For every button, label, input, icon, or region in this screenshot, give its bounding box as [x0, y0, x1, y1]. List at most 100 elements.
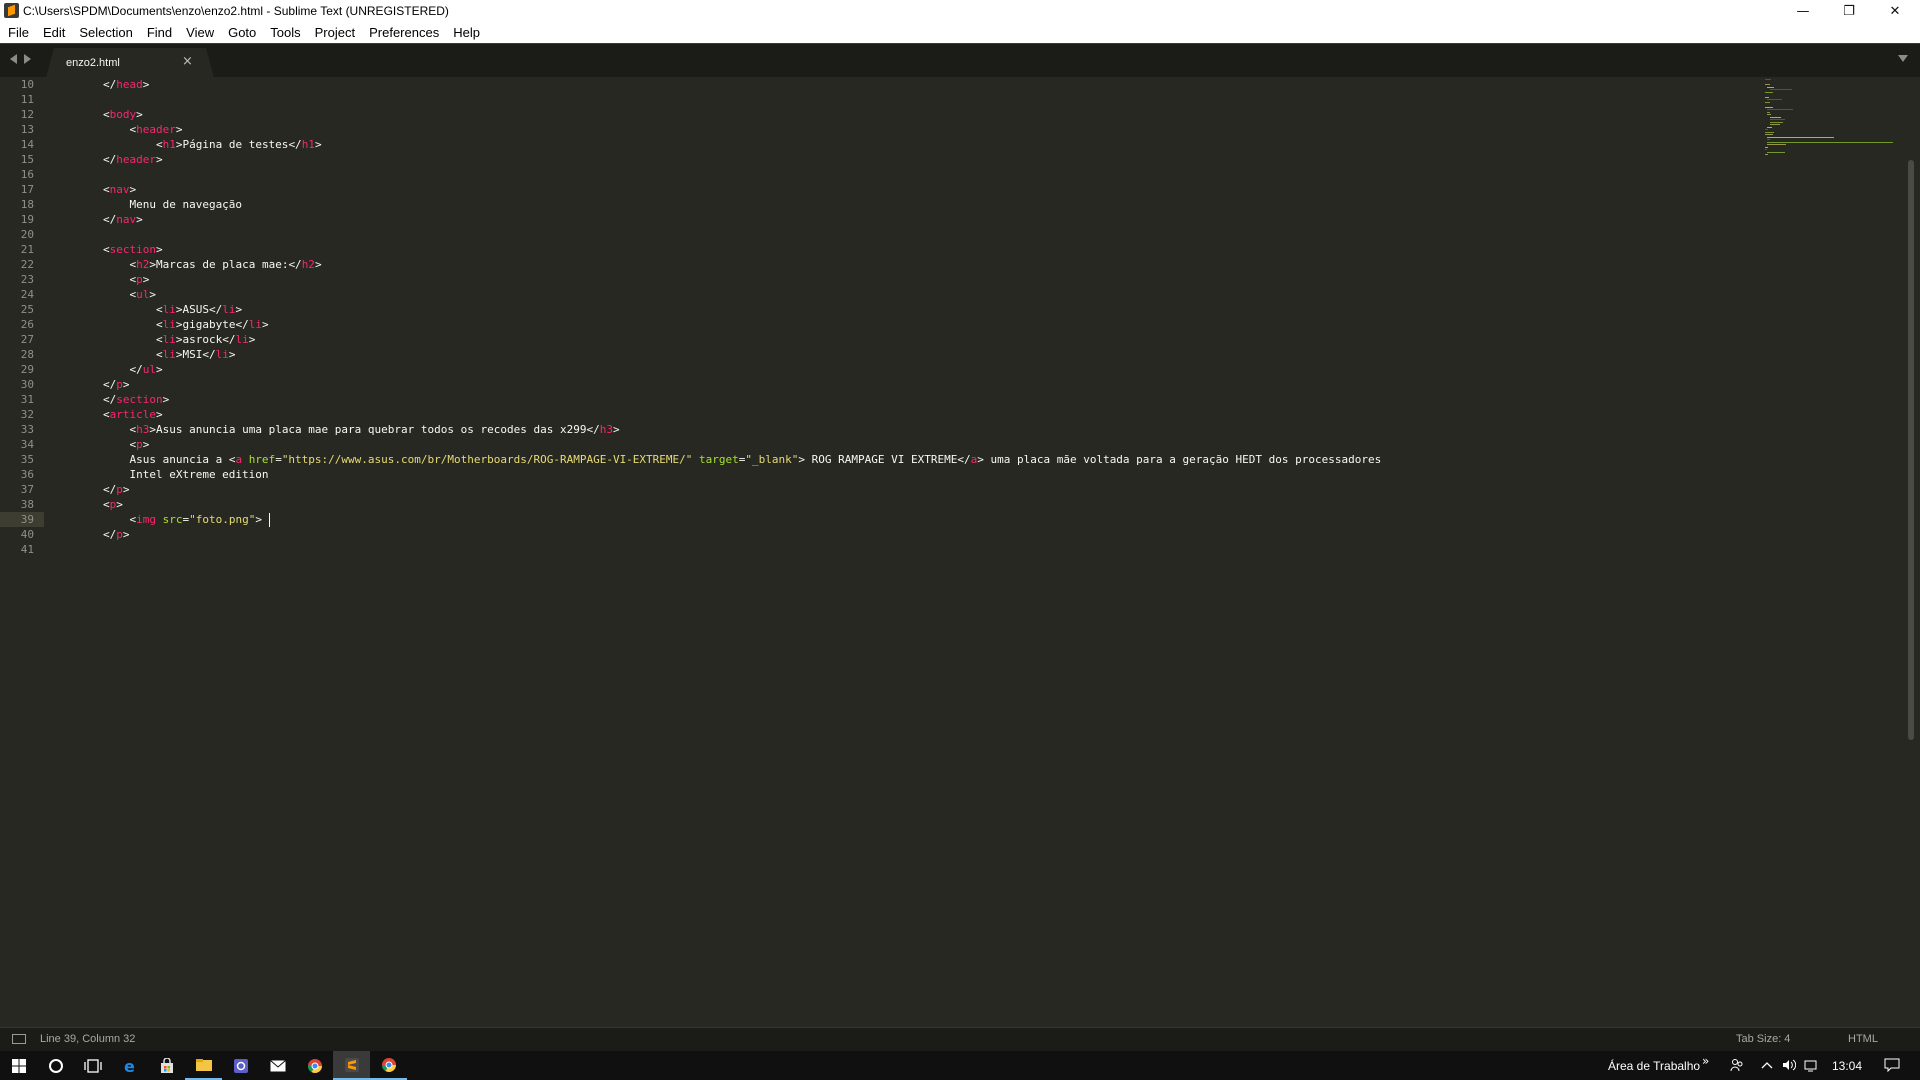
code-line[interactable]: <li>ASUS</li> — [50, 302, 1381, 317]
file-explorer-icon[interactable] — [185, 1051, 222, 1080]
minimap-line — [1767, 111, 1770, 113]
code-line[interactable]: </p> — [50, 527, 1381, 542]
line-number: 30 — [20, 378, 34, 391]
text-caret — [269, 513, 270, 527]
menu-view[interactable]: View — [179, 22, 221, 43]
code-line[interactable]: <h2>Marcas de placa mae:</h2> — [50, 257, 1381, 272]
code-line[interactable]: </nav> — [50, 212, 1381, 227]
line-number: 37 — [20, 483, 34, 496]
line-number: 34 — [20, 438, 34, 451]
chevron-up-icon[interactable] — [1760, 1058, 1774, 1072]
code-line[interactable]: Menu de navegação — [50, 197, 1381, 212]
status-bar: Line 39, Column 32 Tab Size: 4 HTML — [0, 1027, 1920, 1051]
edge-icon[interactable]: e — [111, 1051, 148, 1080]
minimap-line — [1764, 154, 1769, 155]
code-line[interactable]: Intel eXtreme edition — [50, 467, 1381, 482]
people-icon[interactable] — [1730, 1058, 1744, 1072]
close-button[interactable]: ✕ — [1872, 0, 1918, 22]
code-line[interactable]: <article> — [50, 407, 1381, 422]
line-number: 26 — [20, 318, 34, 331]
line-number: 27 — [20, 333, 34, 346]
arrow-left-icon[interactable] — [10, 54, 17, 64]
menu-find[interactable]: Find — [140, 22, 179, 43]
code-line[interactable]: <img src="foto.png"> — [50, 512, 1381, 527]
chrome-icon[interactable] — [370, 1051, 407, 1080]
line-number: 22 — [20, 258, 34, 271]
notifications-icon[interactable] — [1884, 1058, 1900, 1073]
menu-goto[interactable]: Goto — [221, 22, 263, 43]
clock[interactable]: 13:04 — [1832, 1059, 1862, 1073]
code-line[interactable]: <li>gigabyte</li> — [50, 317, 1381, 332]
windows-start-icon[interactable] — [0, 1051, 37, 1080]
code-line[interactable]: <header> — [50, 122, 1381, 137]
code-line[interactable] — [50, 92, 1381, 107]
toolbar-expand-icon[interactable]: » — [1702, 1054, 1709, 1068]
chevron-down-icon[interactable] — [1898, 55, 1908, 62]
menu-preferences[interactable]: Preferences — [362, 22, 446, 43]
syntax-indicator[interactable]: HTML — [1848, 1033, 1878, 1045]
network-icon[interactable] — [1804, 1058, 1818, 1072]
code-line[interactable]: <h3>Asus anuncia uma placa mae para queb… — [50, 422, 1381, 437]
code-line[interactable]: </header> — [50, 152, 1381, 167]
maximize-button[interactable]: ❐ — [1826, 0, 1872, 22]
code-line[interactable]: <section> — [50, 242, 1381, 257]
menu-edit[interactable]: Edit — [36, 22, 72, 43]
mail-icon[interactable] — [259, 1051, 296, 1080]
code-line[interactable]: <ul> — [50, 287, 1381, 302]
line-number: 23 — [20, 273, 34, 286]
code-line[interactable] — [50, 542, 1381, 557]
vertical-scrollbar[interactable] — [1908, 160, 1914, 740]
minimap-line — [1767, 114, 1771, 115]
sublime-text-icon[interactable] — [333, 1051, 370, 1080]
menu-tools[interactable]: Tools — [263, 22, 307, 43]
code-line[interactable]: Asus anuncia a <a href="https://www.asus… — [50, 452, 1381, 467]
code-line[interactable]: <li>asrock</li> — [50, 332, 1381, 347]
minimap-line — [1769, 116, 1782, 118]
cursor-position: Line 39, Column 32 — [40, 1033, 136, 1045]
tab-size-indicator[interactable]: Tab Size: 4 — [1736, 1033, 1790, 1045]
code-line[interactable]: </head> — [50, 77, 1381, 92]
arrow-right-icon[interactable] — [24, 54, 31, 64]
minimap-line — [1764, 146, 1769, 148]
code-editor[interactable]: 10 11 12 13 14 15 16 17 18 19 20 21 22 23 24 25 26 27 28 29… — [0, 77, 1920, 1027]
code-line[interactable] — [50, 227, 1381, 242]
line-number: 11 — [20, 93, 34, 106]
minimap-line — [1767, 144, 1787, 145]
code-line[interactable]: <p> — [50, 272, 1381, 287]
code-line[interactable]: <li>MSI</li> — [50, 347, 1381, 362]
line-number: 18 — [20, 198, 34, 211]
code-line[interactable]: </p> — [50, 377, 1381, 392]
menu-project[interactable]: Project — [308, 22, 362, 43]
menu-selection[interactable]: Selection — [72, 22, 139, 43]
volume-icon[interactable] — [1782, 1058, 1797, 1072]
minimap-line — [1764, 96, 1770, 98]
line-number: 12 — [20, 108, 34, 121]
line-number: 17 — [20, 183, 34, 196]
task-view-icon[interactable] — [74, 1051, 111, 1080]
code-line[interactable] — [50, 167, 1381, 182]
store-icon[interactable] — [148, 1051, 185, 1080]
menu-file[interactable]: File — [0, 22, 36, 43]
tab-enzo2-html[interactable]: enzo2.html × — [46, 48, 214, 78]
minimize-button[interactable]: — — [1780, 0, 1826, 22]
desktop-toolbar-label[interactable]: Área de Trabalho — [1608, 1059, 1700, 1073]
minimap-line — [1767, 141, 1894, 143]
cortana-icon[interactable] — [37, 1051, 74, 1080]
code-line[interactable]: </ul> — [50, 362, 1381, 377]
code-line[interactable]: <p> — [50, 437, 1381, 452]
minimap[interactable] — [1760, 77, 1910, 157]
code-line[interactable]: <p> — [50, 497, 1381, 512]
line-number: 38 — [20, 498, 34, 511]
minimap-line — [1764, 129, 1769, 130]
menu-help[interactable]: Help — [446, 22, 487, 43]
code-line[interactable]: <h1>Página de testes</h1> — [50, 137, 1381, 152]
panel-toggle-icon[interactable] — [12, 1034, 26, 1044]
code-line[interactable]: <body> — [50, 107, 1381, 122]
chrome-icon[interactable] — [296, 1051, 333, 1080]
settings-icon[interactable] — [222, 1051, 259, 1080]
close-tab-icon[interactable]: × — [182, 54, 193, 69]
code-area[interactable]: </head> <body> <header> <h1>Página de te… — [50, 77, 1381, 557]
code-line[interactable]: </p> — [50, 482, 1381, 497]
code-line[interactable]: <nav> — [50, 182, 1381, 197]
code-line[interactable]: </section> — [50, 392, 1381, 407]
